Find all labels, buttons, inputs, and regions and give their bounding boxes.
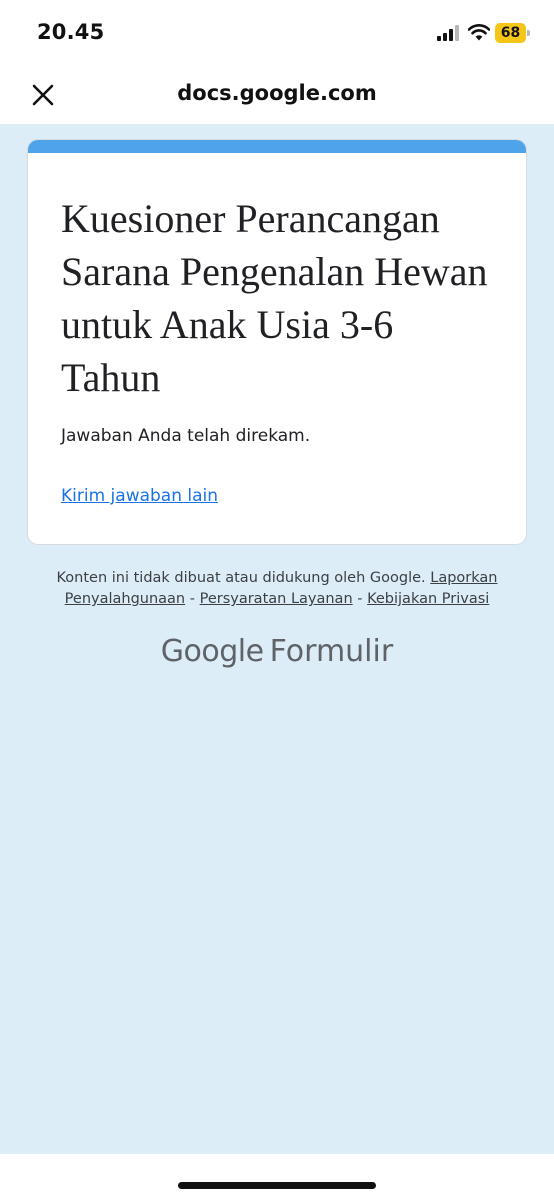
status-time: 20.45 (37, 20, 105, 44)
terms-of-service-link[interactable]: Persyaratan Layanan (200, 591, 353, 607)
privacy-policy-link[interactable]: Kebijakan Privasi (367, 591, 489, 607)
bottom-bar (0, 1154, 554, 1200)
google-forms-logo[interactable]: Google Formulir (0, 634, 554, 669)
footer-note: Konten ini tidak dibuat atau didukung ol… (40, 568, 514, 610)
form-title: Kuesioner Perancangan Sarana Pengenalan … (61, 196, 488, 400)
status-bar: 20.45 68 (0, 0, 554, 62)
card-accent-bar (28, 140, 526, 153)
submit-another-response-link[interactable]: Kirim jawaban lain (61, 486, 218, 506)
form-card: Kuesioner Perancangan Sarana Pengenalan … (28, 140, 526, 544)
logo-brand: Google (160, 634, 264, 669)
disclaimer-text: Konten ini tidak dibuat atau didukung ol… (56, 570, 426, 586)
page-domain: docs.google.com (177, 81, 377, 105)
wifi-icon (468, 24, 490, 41)
logo-product: Formulir (269, 634, 394, 669)
battery-level: 68 (500, 25, 521, 41)
footer-separator: - (189, 591, 195, 607)
form-page: Kuesioner Perancangan Sarana Pengenalan … (0, 124, 554, 1200)
home-indicator[interactable] (178, 1182, 376, 1189)
battery-icon: 68 (495, 23, 531, 43)
signal-icon (437, 25, 461, 41)
confirmation-message: Jawaban Anda telah direkam. (61, 426, 311, 446)
browser-nav-bar: docs.google.com (0, 62, 554, 124)
footer-separator: - (357, 591, 363, 607)
